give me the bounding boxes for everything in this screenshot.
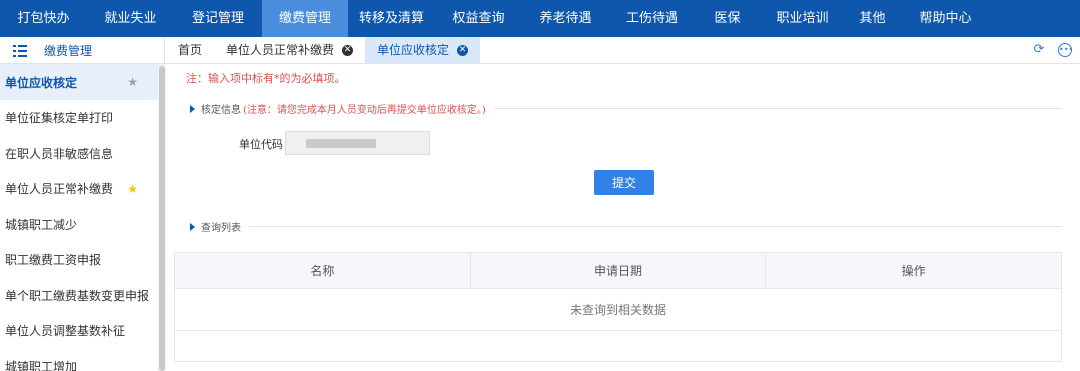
top-nav: 打包快办 就业失业 登记管理 缴费管理 转移及清算 权益查询 养老待遇 工伤待遇… xyxy=(0,0,1080,37)
nav-item-payment[interactable]: 缴费管理 xyxy=(262,0,348,37)
bar-icons: ⟳ ••• xyxy=(1032,43,1073,57)
result-table: 名称 申请日期 操作 未查询到相关数据 xyxy=(174,252,1062,362)
table-header: 名称 申请日期 操作 xyxy=(175,253,1061,289)
nav-item-rights-query[interactable]: 权益查询 xyxy=(435,0,522,37)
main-content: 注：输入项中标有*的为必填项。 核定信息 (注意：请您完成本月人员变动后再提交单… xyxy=(166,64,1080,371)
sidebar-item-normal-repay[interactable]: 单位人员正常补缴费 ★ xyxy=(0,171,158,207)
tab-label: 首页 xyxy=(178,43,203,57)
more-icon[interactable]: ••• xyxy=(1058,43,1073,57)
sidebar-item-base-change[interactable]: 单个职工缴费基数变更申报 xyxy=(0,278,158,314)
section-warning: (注意：请您完成本月人员变动后再提交单位应收核定。) xyxy=(243,105,486,116)
list-icon xyxy=(13,44,27,57)
sidebar-item-label: 城镇职工减少 xyxy=(5,217,78,232)
section-verify-info: 核定信息 (注意：请您完成本月人员变动后再提交单位应收核定。) xyxy=(190,101,1062,116)
tab-bar: 缴费管理 首页 单位人员正常补缴费 ✕ 单位应收核定 ✕ ⟳ ••• xyxy=(0,37,1080,64)
nav-item-pension[interactable]: 养老待遇 xyxy=(522,0,609,37)
sidebar-item-label: 城镇职工增加 xyxy=(5,359,78,371)
sidebar-item-staff-info[interactable]: 在职人员非敏感信息 xyxy=(0,136,158,172)
column-header-date: 申请日期 xyxy=(471,253,767,288)
nav-item-registration[interactable]: 登记管理 xyxy=(174,0,262,37)
sidebar-item-staff-decrease[interactable]: 城镇职工减少 xyxy=(0,207,158,243)
nav-item-employment[interactable]: 就业失业 xyxy=(87,0,174,37)
nav-item-training[interactable]: 职业培训 xyxy=(760,0,845,37)
triangle-icon xyxy=(190,104,195,113)
star-icon[interactable]: ★ xyxy=(127,182,138,196)
divider xyxy=(249,226,1062,227)
required-notice: 注：输入项中标有*的为必填项。 xyxy=(186,72,346,85)
redacted-value xyxy=(306,139,376,148)
sidebar-item-wage-declare[interactable]: 职工缴费工资申报 xyxy=(0,242,158,278)
tab-unit-receivable[interactable]: 单位应收核定 ✕ xyxy=(365,37,481,64)
unit-code-field[interactable] xyxy=(285,131,430,155)
nav-item-dabao[interactable]: 打包快办 xyxy=(0,0,87,37)
nav-item-transfer[interactable]: 转移及清算 xyxy=(348,0,435,37)
sidebar-item-base-adjust[interactable]: 单位人员调整基数补征 xyxy=(0,313,158,349)
sidebar-item-unit-receivable[interactable]: 单位应收核定 ★ xyxy=(0,64,158,100)
table-footer xyxy=(175,331,1061,361)
tab-normal-repay[interactable]: 单位人员正常补缴费 ✕ xyxy=(214,37,365,64)
scrollbar[interactable] xyxy=(158,64,166,371)
close-icon[interactable]: ✕ xyxy=(342,45,354,56)
sidebar-item-label: 单位人员正常补缴费 xyxy=(5,182,114,197)
tabs: 首页 单位人员正常补缴费 ✕ 单位应收核定 ✕ xyxy=(166,37,481,64)
sidebar-item-label: 单位征集核定单打印 xyxy=(5,111,114,126)
triangle-icon xyxy=(190,222,195,231)
sidebar-item-staff-increase[interactable]: 城镇职工增加 xyxy=(0,349,158,371)
sidebar-item-label: 职工缴费工资申报 xyxy=(5,253,102,268)
column-header-action: 操作 xyxy=(901,264,926,278)
menu-title[interactable]: 缴费管理 xyxy=(0,37,165,64)
column-header-name: 名称 xyxy=(175,253,471,288)
sidebar-item-label: 在职人员非敏感信息 xyxy=(5,146,114,161)
divider xyxy=(493,108,1062,109)
empty-message: 未查询到相关数据 xyxy=(175,289,1061,331)
unit-code-label: 单位代码 xyxy=(239,138,283,151)
tab-home[interactable]: 首页 xyxy=(166,37,214,64)
sidebar-item-label: 单位应收核定 xyxy=(5,75,78,90)
submit-button[interactable]: 提交 xyxy=(594,170,654,195)
sidebar-item-label: 单个职工缴费基数变更申报 xyxy=(5,288,150,303)
section-title: 核定信息 xyxy=(201,105,241,116)
menu-title-label: 缴费管理 xyxy=(44,44,93,58)
scrollbar-thumb[interactable] xyxy=(159,66,165,371)
close-icon[interactable]: ✕ xyxy=(457,45,469,56)
sidebar-item-print-form[interactable]: 单位征集核定单打印 xyxy=(0,100,158,136)
refresh-icon[interactable]: ⟳ xyxy=(1032,43,1046,57)
tab-label: 单位人员正常补缴费 xyxy=(226,43,335,57)
sidebar-item-label: 单位人员调整基数补征 xyxy=(5,324,126,339)
section-title: 查询列表 xyxy=(201,223,241,234)
section-query-list: 查询列表 xyxy=(190,219,1062,234)
nav-item-other[interactable]: 其他 xyxy=(845,0,900,37)
nav-item-medical[interactable]: 医保 xyxy=(695,0,760,37)
tab-label: 单位应收核定 xyxy=(377,43,450,57)
star-icon[interactable]: ★ xyxy=(127,75,138,89)
sidebar: 单位应收核定 ★ 单位征集核定单打印 在职人员非敏感信息 单位人员正常补缴费 ★… xyxy=(0,64,166,371)
nav-item-injury[interactable]: 工伤待遇 xyxy=(609,0,695,37)
nav-item-help[interactable]: 帮助中心 xyxy=(900,0,991,37)
